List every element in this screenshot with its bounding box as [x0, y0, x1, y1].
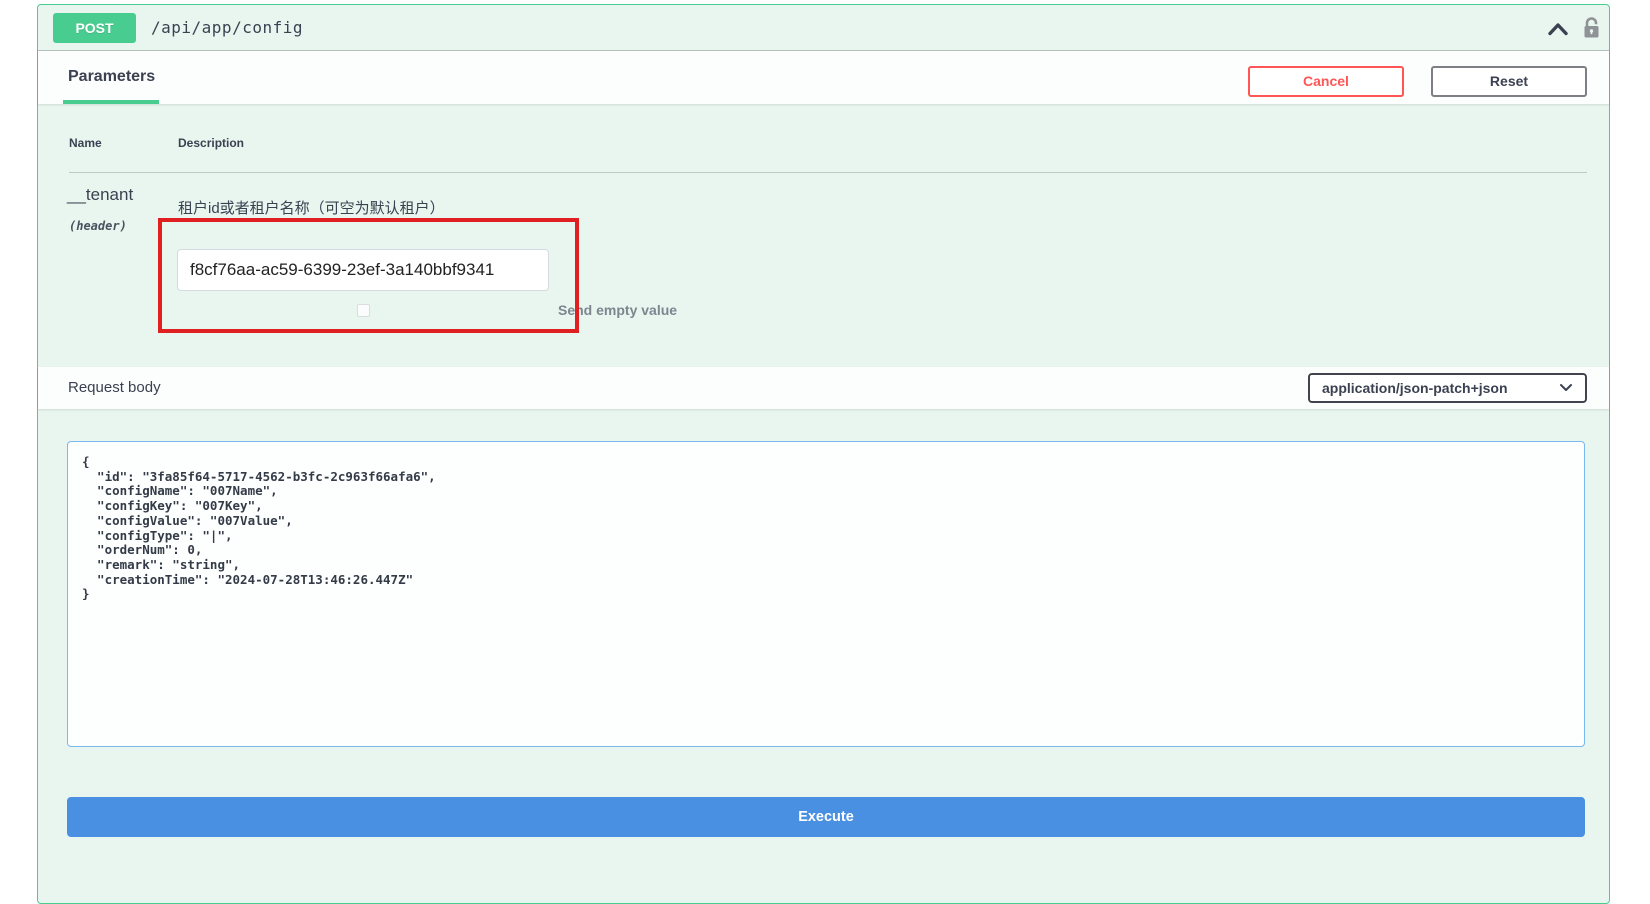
request-body-header-band: Request body application/json-patch+json: [38, 367, 1609, 409]
http-method-badge: POST: [53, 13, 136, 43]
send-empty-value-label: Send empty value: [558, 302, 677, 318]
media-type-value: application/json-patch+json: [1322, 380, 1559, 396]
parameters-header-band: Parameters Cancel Reset: [38, 51, 1609, 104]
column-header-name: Name: [69, 136, 102, 150]
reset-button[interactable]: Reset: [1431, 66, 1587, 97]
execute-button[interactable]: Execute: [67, 797, 1585, 837]
send-empty-value-checkbox[interactable]: [357, 304, 370, 317]
param-name-tenant: __tenant: [67, 185, 133, 205]
column-header-description: Description: [178, 136, 244, 150]
endpoint-path: /api/app/config: [151, 18, 303, 37]
media-type-select[interactable]: application/json-patch+json: [1308, 373, 1587, 403]
param-location: (header): [69, 219, 127, 233]
cancel-button[interactable]: Cancel: [1248, 66, 1404, 97]
operation-summary[interactable]: POST /api/app/config: [38, 5, 1609, 51]
table-header-divider: [69, 172, 1587, 173]
operation-block-post-config: POST /api/app/config Parameters Cancel R…: [37, 4, 1610, 904]
param-description: 租户id或者租户名称（可空为默认租户）: [178, 197, 445, 218]
chevron-down-icon: [1559, 379, 1573, 397]
tab-active-underline: [63, 100, 159, 104]
request-body-label: Request body: [68, 379, 161, 396]
request-body-editor[interactable]: { "id": "3fa85f64-5717-4562-b3fc-2c963f6…: [67, 441, 1585, 747]
tab-parameters: Parameters: [68, 68, 155, 86]
tenant-value-input[interactable]: [177, 249, 549, 291]
collapse-chevron-up-icon[interactable]: [1547, 22, 1569, 41]
auth-unlocked-padlock-icon[interactable]: [1583, 16, 1600, 45]
